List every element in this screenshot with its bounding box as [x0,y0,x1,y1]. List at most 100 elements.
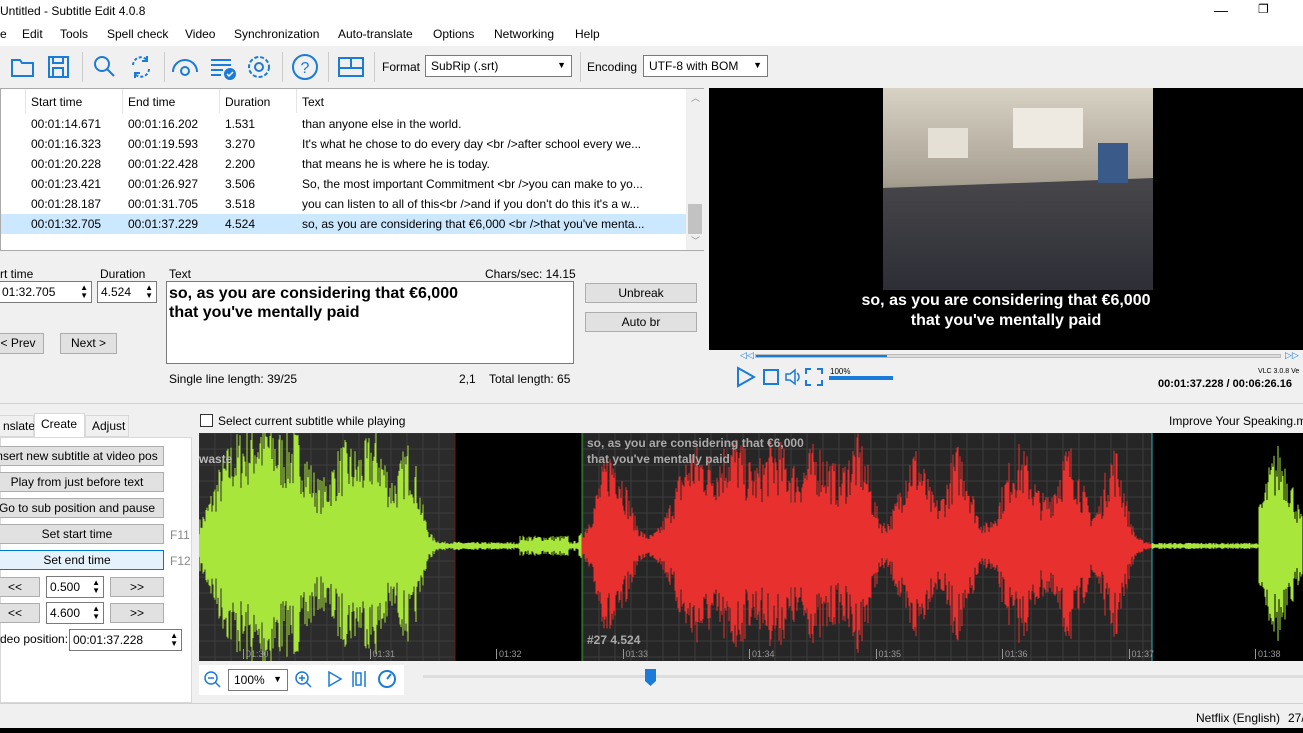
menu-video[interactable]: Video [185,27,215,41]
spinner-icon[interactable]: ▲ ▼ [80,284,88,300]
duration-input[interactable]: 4.524 ▲ ▼ [97,281,157,303]
select-while-playing-checkbox[interactable] [200,414,213,427]
spinner-icon[interactable]: ▲ ▼ [92,579,100,595]
back-button-2[interactable]: << [0,603,40,623]
encoding-select[interactable]: UTF-8 with BOM ▼ [643,55,768,77]
subtitle-grid[interactable]: Start time End time Duration Text 00:01:… [0,88,704,251]
scroll-down-icon[interactable]: ﹀ [691,234,700,247]
insert-subtitle-button[interactable]: nsert new subtitle at video pos [0,446,164,466]
table-row[interactable]: 00:01:16.323 00:01:19.593 3.270 It's what h… [1,134,687,154]
menu-help[interactable]: Help [575,27,600,41]
cursor-position: 2,1 [459,372,476,386]
window-title: Untitled - Subtitle Edit 4.0.8 [0,4,146,18]
menu-auto-translate[interactable]: Auto-translate [338,27,413,41]
table-row[interactable]: 00:01:28.187 00:01:31.705 3.518 you can lis… [1,194,687,214]
play-selection-icon[interactable] [327,670,343,688]
play-icon[interactable] [736,366,756,388]
fullscreen-icon[interactable] [805,368,823,386]
waveform-position-slider[interactable] [423,675,1303,678]
menu-bar: e Edit Tools Spell check Video Synchroni… [0,22,1303,46]
table-row[interactable]: 00:01:14.671 00:01:16.202 1.531 than anyone… [1,114,687,134]
header-start-time[interactable]: Start time [26,89,123,113]
spell-check-icon[interactable] [208,52,238,82]
step-input-1[interactable]: 0.500 ▲ ▼ [46,576,104,598]
fast-forward-icon[interactable]: ▷▷ [1285,350,1299,361]
step-input-2[interactable]: 4.600 ▲ ▼ [46,602,104,624]
cell-duration: 2.200 [225,157,256,171]
menu-options[interactable]: Options [433,27,474,41]
step-value-2: 4.600 [50,606,81,620]
audio-waveform[interactable]: waste so, as you are considering that €6… [199,433,1303,661]
minimize-button[interactable]: — [1214,2,1228,18]
header-duration[interactable]: Duration [220,89,297,113]
subtitle-text-editor[interactable]: so, as you are considering that €6,000 t… [166,281,574,364]
menu-edit[interactable]: Edit [22,27,43,41]
find-icon[interactable] [90,52,120,82]
cell-start: 00:01:28.187 [31,197,102,211]
layout-icon[interactable] [336,52,366,82]
menu-spell-check[interactable]: Spell check [107,27,168,41]
open-folder-icon[interactable] [8,52,38,82]
menu-tools[interactable]: Tools [60,27,88,41]
scroll-up-icon[interactable]: ︿ [691,91,700,104]
spinner-icon[interactable]: ▲ ▼ [170,632,178,648]
tab-adjust[interactable]: Adjust [85,415,129,437]
table-row[interactable]: 00:01:32.705 00:01:37.229 4.524 so, as you … [1,214,687,234]
start-time-value: 01:32.705 [2,285,56,299]
video-position-slider[interactable] [755,354,1281,358]
format-select[interactable]: SubRip (.srt) ▼ [425,55,572,77]
menu-networking[interactable]: Networking [494,27,554,41]
set-start-time-button[interactable]: Set start time [0,524,164,544]
table-row[interactable]: 00:01:20.228 00:01:22.428 2.200 that means … [1,154,687,174]
dropdown-arrow-icon: ▼ [273,674,282,684]
header-text[interactable]: Text [297,89,687,113]
menu-synchronization[interactable]: Synchronization [234,27,319,41]
spinner-icon[interactable]: ▲ ▼ [92,605,100,621]
waveform-canvas[interactable] [199,433,1303,661]
cell-text: So, the most important Commitment <br />… [302,177,643,191]
save-icon[interactable] [44,52,74,82]
tab-create[interactable]: Create [34,413,85,438]
rewind-icon[interactable]: ◁◁ [740,350,754,361]
replace-icon[interactable] [126,52,156,82]
zoom-out-icon[interactable] [203,670,221,688]
forward-button-1[interactable]: >> [110,577,164,597]
video-player[interactable]: so, as you are considering that €6,000 t… [709,88,1303,350]
separator [164,52,165,82]
slider-thumb[interactable] [645,669,656,687]
play-next-icon[interactable] [351,670,367,688]
back-button-1[interactable]: << [0,577,40,597]
unbreak-button[interactable]: Unbreak [585,283,697,303]
goto-sub-pause-button[interactable]: Go to sub position and pause [0,498,164,518]
waveform-toolbar: 100% ▼ [199,665,404,695]
volume-slider[interactable] [829,376,893,380]
scroll-thumb[interactable] [688,204,702,234]
divider [0,703,1303,704]
zoom-in-icon[interactable] [294,670,312,688]
stop-icon[interactable] [763,369,779,385]
play-before-text-button[interactable]: Play from just before text [0,472,164,492]
grid-scrollbar[interactable]: ︿ ﹀ [686,89,704,250]
start-time-input[interactable]: 01:32.705 ▲ ▼ [0,281,92,303]
help-icon[interactable]: ? [290,52,320,82]
header-end-time[interactable]: End time [123,89,220,113]
spinner-icon[interactable]: ▲ ▼ [145,284,153,300]
table-row[interactable]: 00:01:23.421 00:01:26.927 3.506 So, the mos… [1,174,687,194]
tab-translate[interactable]: nslate [0,415,35,437]
forward-button-2[interactable]: >> [110,603,164,623]
menu-file[interactable]: e [0,27,7,41]
auto-break-button[interactable]: Auto br [585,312,697,332]
visual-sync-icon[interactable] [170,52,200,82]
set-end-time-button[interactable]: Set end time [0,550,164,570]
restore-button[interactable]: ❐ [1258,2,1269,16]
video-time: 00:01:37.228 / 00:06:26.16 [1158,378,1292,390]
video-position-input[interactable]: 00:01:37.228 ▲ ▼ [69,629,182,651]
playback-speed-icon[interactable] [377,669,397,689]
cell-start: 00:01:20.228 [31,157,102,171]
settings-icon[interactable] [244,52,274,82]
volume-icon[interactable] [784,368,802,386]
waveform-zoom-select[interactable]: 100% ▼ [228,669,288,691]
next-button[interactable]: Next > [60,333,117,354]
cell-end: 00:01:16.202 [128,117,199,131]
prev-button[interactable]: < Prev [0,333,44,354]
